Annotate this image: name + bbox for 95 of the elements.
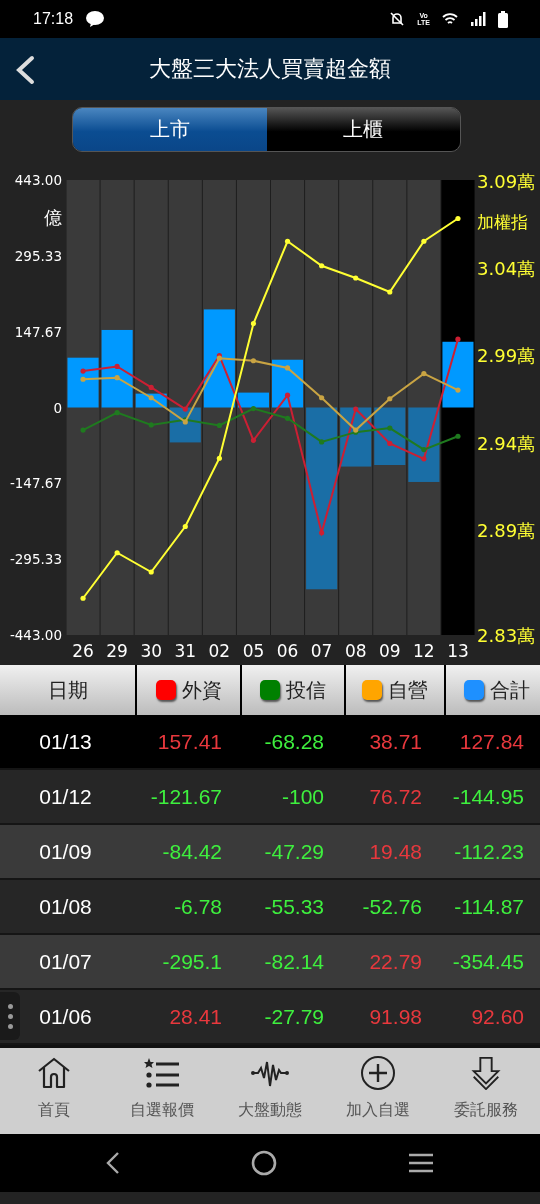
index-axis-label: 3.04萬	[477, 257, 536, 279]
nav-tab[interactable]: 委託服務	[432, 1048, 540, 1134]
value-cell-text: 38.71	[368, 729, 423, 754]
drawer-handle[interactable]	[0, 992, 20, 1040]
column-label: 自營	[388, 676, 428, 704]
value-cell-text: -121.67	[149, 784, 223, 809]
index-axis-label: 2.89萬	[477, 520, 536, 541]
total-bar	[340, 407, 372, 467]
value-cell-text: 91.98	[368, 1004, 423, 1029]
index-axis-label: 2.94萬	[477, 432, 536, 454]
battery-icon	[498, 10, 508, 28]
value-cell-text: -68.28	[263, 729, 325, 754]
date-cell-text: 01/08	[38, 894, 93, 919]
value-cell-text: -47.29	[263, 839, 325, 864]
x-axis-label: 02	[208, 641, 231, 661]
y-axis-label: -147.67	[9, 475, 62, 492]
segment-tab[interactable]: 上市	[73, 108, 267, 151]
total-bar	[169, 407, 201, 443]
value-cell-text: 157.41	[156, 729, 223, 754]
y-axis-label: 295.33	[14, 247, 62, 264]
y-axis-label: 443.00	[14, 172, 62, 188]
value-cell-text: -112.23	[453, 839, 525, 864]
nav-tab[interactable]: 大盤動態	[216, 1048, 324, 1134]
column-header[interactable]: 投信	[242, 665, 344, 715]
date-cell-text: 01/13	[38, 729, 93, 754]
column-header[interactable]: 外資	[137, 665, 240, 715]
segment-tab[interactable]: 上櫃	[266, 108, 460, 151]
x-axis-label: 09	[378, 641, 401, 661]
nav-tab[interactable]: 自選報價	[108, 1048, 216, 1134]
starred-list-icon	[144, 1056, 180, 1090]
home-icon	[36, 1056, 72, 1090]
date-cell-text: 01/12	[38, 784, 93, 809]
table-row[interactable]: 01/07 -295.1 -82.14 22.79 -354.45	[0, 935, 540, 990]
value-cell-text: 127.84	[458, 729, 525, 754]
date-cell-text: 01/07	[38, 949, 93, 974]
muted-bell-icon	[389, 11, 406, 27]
value-cell-text: -144.95	[451, 784, 525, 809]
x-axis-label: 26	[72, 641, 94, 661]
total-bar	[374, 407, 406, 465]
table-row[interactable]: 01/09 -84.42 -47.29 19.48 -112.23	[0, 825, 540, 880]
x-axis-label: 07	[310, 641, 333, 661]
x-axis-label: 08	[344, 641, 367, 661]
back-icon[interactable]	[105, 1151, 120, 1175]
index-axis-label: 2.83萬	[477, 625, 536, 646]
x-axis-label: 30	[140, 641, 163, 661]
value-cell-text: 76.72	[368, 784, 423, 809]
index-axis-label: 3.09萬	[477, 171, 536, 192]
column-header[interactable]: 合計	[446, 665, 540, 715]
y-axis-label: 147.67	[14, 323, 62, 340]
table-row[interactable]: 01/13 157.41 -68.28 38.71 127.84	[0, 715, 540, 770]
value-cell-text: -114.87	[453, 894, 525, 919]
column-label: 外資	[181, 676, 222, 704]
clock: 17:18	[33, 10, 74, 28]
chat-bubble-icon	[85, 11, 106, 27]
value-cell-text: -55.33	[263, 894, 325, 919]
page-title: 大盤三大法人買賣超金額	[149, 55, 391, 83]
index-axis-label: 2.99萬	[477, 345, 536, 366]
back-icon[interactable]	[14, 55, 36, 85]
y-axis-label: 0	[53, 399, 62, 416]
add-circle-icon	[360, 1056, 396, 1090]
value-cell-text: -52.76	[361, 894, 423, 919]
x-axis-label: 05	[242, 641, 265, 661]
value-cell-text: -6.78	[173, 894, 223, 919]
value-cell-text: 92.60	[470, 1004, 525, 1029]
value-cell-text: -100	[280, 784, 325, 809]
y-axis-label: -295.33	[9, 551, 62, 568]
value-cell-text: -84.42	[161, 839, 223, 864]
unit-label: 億	[44, 207, 62, 228]
column-label: 合計	[490, 676, 530, 704]
table-row[interactable]: 01/06 28.41 -27.79 91.98 92.60	[0, 990, 540, 1045]
signal-icon	[470, 12, 486, 26]
date-cell-text: 01/09	[38, 839, 93, 864]
value-cell-text: 22.79	[368, 949, 423, 974]
column-header[interactable]: 自營	[346, 665, 444, 715]
value-cell-text: -354.45	[451, 949, 525, 974]
wifi-icon	[442, 12, 458, 26]
nav-tab[interactable]: 首頁	[0, 1048, 108, 1134]
x-axis-label: 29	[106, 641, 128, 661]
column-label: 投信	[286, 676, 326, 704]
date-cell-text: 01/06	[38, 1004, 93, 1029]
value-cell-text: 28.41	[168, 1004, 223, 1029]
series-label: 加權指	[477, 212, 528, 232]
x-axis-label: 31	[174, 641, 197, 661]
x-axis-label: 13	[447, 641, 469, 661]
menu-icon[interactable]	[408, 1152, 435, 1174]
column-header[interactable]: 日期	[0, 665, 135, 715]
value-cell-text: -27.79	[263, 1004, 325, 1029]
x-axis-label: 06	[276, 641, 299, 661]
value-cell-text: 19.48	[368, 839, 423, 864]
home-circle-icon[interactable]	[251, 1150, 277, 1176]
value-cell-text: -82.14	[263, 949, 325, 974]
nav-tab[interactable]: 加入自選	[324, 1048, 432, 1134]
value-cell-text: -295.1	[161, 949, 223, 974]
y-axis-label: -443.00	[9, 627, 62, 643]
x-axis-label: 12	[413, 641, 435, 661]
